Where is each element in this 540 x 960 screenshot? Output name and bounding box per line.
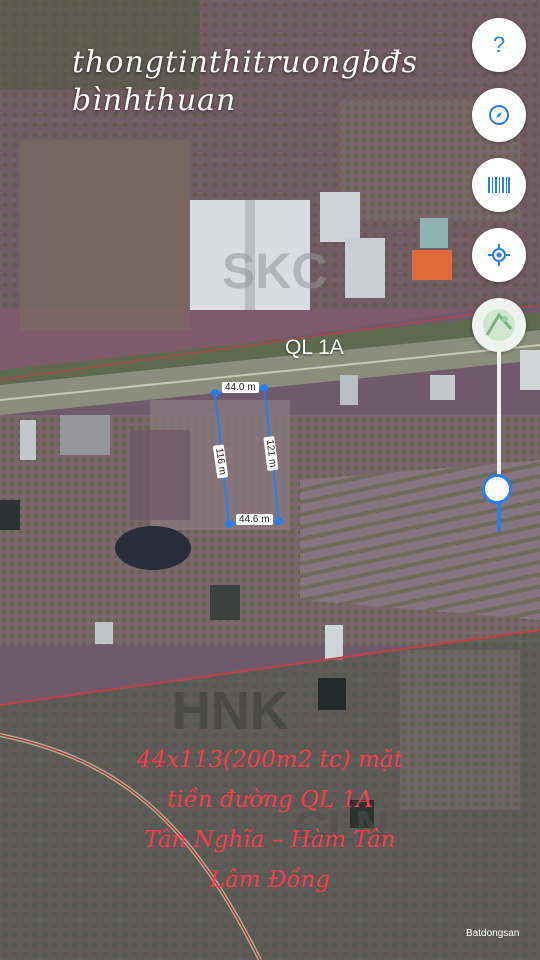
title-overlay: thongtinthitruongbđs bìnhthuan <box>72 44 418 120</box>
opacity-slider-knob[interactable] <box>482 474 512 504</box>
caption-line-4: Lâm Đồng <box>209 867 331 893</box>
barcode-icon <box>488 177 510 193</box>
caption-line-3: Tân Nghĩa – Hàm Tân <box>144 827 396 853</box>
dimension-bottom: 44.6 m <box>236 514 273 525</box>
locate-button[interactable] <box>472 228 526 282</box>
help-button[interactable]: ? <box>472 18 526 72</box>
caption-line-1: 44x113(200m2 tc) mặt <box>137 747 403 773</box>
dimension-top: 44.0 m <box>222 382 259 393</box>
caption-line-2: tiền đường QL 1A <box>167 787 373 813</box>
listing-caption: 44x113(200m2 tc) mặt tiền đường QL 1A Tâ… <box>60 740 480 900</box>
plot-vertex <box>225 520 233 528</box>
plot-vertex <box>211 389 219 397</box>
question-icon: ? <box>492 32 506 57</box>
title-line-2: bìnhthuan <box>72 83 237 118</box>
plot-vertex <box>275 517 283 525</box>
title-line-1: thongtinthitruongbđs <box>72 45 419 80</box>
road-label: QL 1A <box>285 336 344 359</box>
plot-vertex <box>260 384 268 392</box>
zone-label-skc: SKC <box>222 243 328 299</box>
map-layer-icon <box>483 309 515 341</box>
map-layer-button[interactable] <box>472 298 526 352</box>
compass-icon <box>489 105 509 125</box>
locate-icon <box>488 244 510 266</box>
compass-button[interactable] <box>472 88 526 142</box>
watermark: Batdongsan <box>466 928 520 939</box>
barcode-button[interactable] <box>472 158 526 212</box>
zone-label-hnk: HNK <box>172 681 289 741</box>
